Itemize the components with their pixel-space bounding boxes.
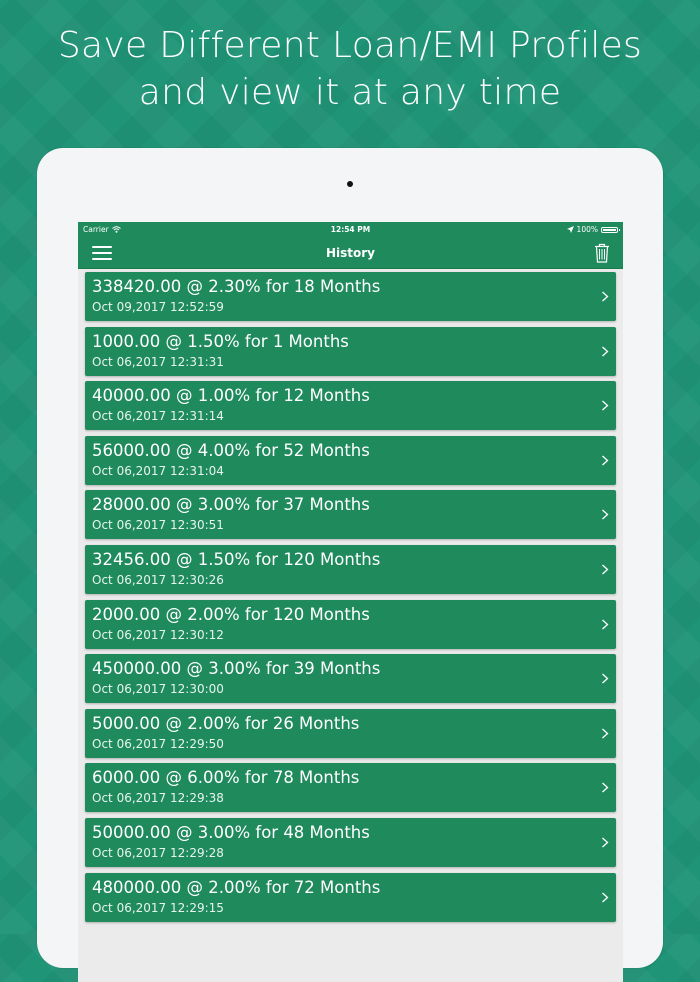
saved-timestamp: Oct 09,2017 12:52:59 xyxy=(92,300,224,314)
chevron-right-icon xyxy=(602,619,609,630)
status-time: 12:54 PM xyxy=(330,225,371,234)
loan-summary: 28000.00 @ 3.00% for 37 Months xyxy=(92,495,370,515)
history-list: 338420.00 @ 2.30% for 18 Months Oct 09,2… xyxy=(78,269,623,922)
hamburger-menu-icon[interactable] xyxy=(92,246,112,260)
history-row[interactable]: 480000.00 @ 2.00% for 72 Months Oct 06,2… xyxy=(85,872,616,922)
chevron-right-icon xyxy=(602,400,609,411)
loan-summary: 32456.00 @ 1.50% for 120 Months xyxy=(92,549,381,569)
chevron-right-icon xyxy=(602,564,609,575)
history-row[interactable]: 56000.00 @ 4.00% for 52 Months Oct 06,20… xyxy=(85,435,616,485)
loan-summary: 40000.00 @ 1.00% for 12 Months xyxy=(92,386,370,406)
wifi-icon xyxy=(111,226,121,233)
loan-summary: 480000.00 @ 2.00% for 72 Months xyxy=(92,877,381,897)
headline-line-2: and view it at any time xyxy=(138,72,562,113)
tablet-frame: Carrier 12:54 PM 100% History 338420.00 … xyxy=(37,148,663,982)
saved-timestamp: Oct 06,2017 12:31:31 xyxy=(92,354,224,369)
saved-timestamp: Oct 06,2017 12:29:28 xyxy=(92,845,224,860)
history-row[interactable]: 5000.00 @ 2.00% for 26 Months Oct 06,201… xyxy=(85,708,616,758)
chevron-right-icon xyxy=(602,509,609,520)
nav-bar: History xyxy=(78,237,623,269)
carrier-label: Carrier xyxy=(83,225,109,234)
page-title: History xyxy=(325,245,376,260)
saved-timestamp: Oct 06,2017 12:30:00 xyxy=(92,682,224,697)
saved-timestamp: Oct 06,2017 12:31:14 xyxy=(92,409,224,424)
saved-timestamp: Oct 06,2017 12:29:15 xyxy=(92,900,224,915)
saved-timestamp: Oct 06,2017 12:30:12 xyxy=(92,627,224,642)
saved-timestamp: Oct 06,2017 12:30:51 xyxy=(92,518,224,533)
chevron-right-icon xyxy=(602,728,609,739)
loan-summary: 2000.00 @ 2.00% for 120 Months xyxy=(92,604,370,624)
history-row[interactable]: 50000.00 @ 3.00% for 48 Months Oct 06,20… xyxy=(85,817,616,867)
saved-timestamp: Oct 06,2017 12:29:50 xyxy=(92,736,224,751)
promo-headline: Save Different Loan/EMI Profiles and vie… xyxy=(0,22,700,116)
loan-summary: 6000.00 @ 6.00% for 78 Months xyxy=(92,768,360,788)
saved-timestamp: Oct 06,2017 12:30:26 xyxy=(92,572,224,587)
loan-summary: 338420.00 @ 2.30% for 18 Months xyxy=(92,277,381,296)
loan-summary: 5000.00 @ 2.00% for 26 Months xyxy=(92,713,360,733)
app-screen: Carrier 12:54 PM 100% History 338420.00 … xyxy=(78,222,623,982)
status-bar: Carrier 12:54 PM 100% xyxy=(78,222,623,237)
chevron-right-icon xyxy=(602,455,609,466)
history-row[interactable]: 450000.00 @ 3.00% for 39 Months Oct 06,2… xyxy=(85,654,616,704)
camera-icon xyxy=(347,181,353,187)
history-row[interactable]: 6000.00 @ 6.00% for 78 Months Oct 06,201… xyxy=(85,763,616,813)
history-row[interactable]: 28000.00 @ 3.00% for 37 Months Oct 06,20… xyxy=(85,490,616,540)
loan-summary: 1000.00 @ 1.50% for 1 Months xyxy=(92,331,349,351)
battery-icon xyxy=(601,226,620,233)
battery-percent: 100% xyxy=(576,225,598,234)
saved-timestamp: Oct 06,2017 12:29:38 xyxy=(92,791,224,806)
history-row[interactable]: 2000.00 @ 2.00% for 120 Months Oct 06,20… xyxy=(85,599,616,649)
history-row[interactable]: 40000.00 @ 1.00% for 12 Months Oct 06,20… xyxy=(85,381,616,431)
history-row[interactable]: 1000.00 @ 1.50% for 1 Months Oct 06,2017… xyxy=(85,326,616,376)
history-row[interactable]: 338420.00 @ 2.30% for 18 Months Oct 09,2… xyxy=(85,272,616,321)
chevron-right-icon xyxy=(602,673,609,684)
trash-icon[interactable] xyxy=(594,243,610,263)
chevron-right-icon xyxy=(602,837,609,848)
chevron-right-icon xyxy=(602,346,609,357)
chevron-right-icon xyxy=(602,291,609,302)
loan-summary: 56000.00 @ 4.00% for 52 Months xyxy=(92,440,370,460)
location-arrow-icon xyxy=(566,226,574,233)
chevron-right-icon xyxy=(602,782,609,793)
saved-timestamp: Oct 06,2017 12:31:04 xyxy=(92,463,224,478)
history-row[interactable]: 32456.00 @ 1.50% for 120 Months Oct 06,2… xyxy=(85,544,616,594)
loan-summary: 450000.00 @ 3.00% for 39 Months xyxy=(92,659,381,679)
loan-summary: 50000.00 @ 3.00% for 48 Months xyxy=(92,822,370,842)
chevron-right-icon xyxy=(602,892,609,903)
headline-line-1: Save Different Loan/EMI Profiles xyxy=(57,25,643,66)
